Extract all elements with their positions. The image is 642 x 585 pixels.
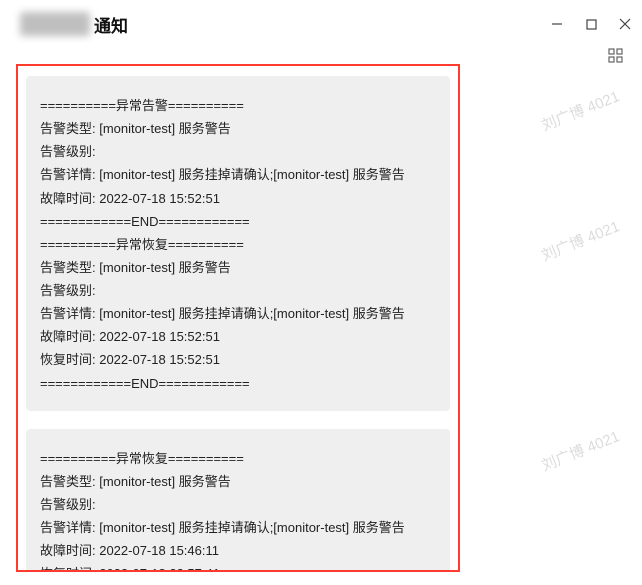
maximize-button[interactable] (584, 17, 598, 31)
message-line: 故障时间: 2022-07-18 15:46:11 (40, 539, 436, 562)
message-line: 故障时间: 2022-07-18 15:52:51 (40, 187, 436, 210)
message-line: 恢复时间: 2022-07-18 15:52:51 (40, 348, 436, 371)
message-line: 告警详情: [monitor-test] 服务挂掉请确认;[monitor-te… (40, 163, 436, 186)
message-bubble: ==========异常恢复==========告警类型: [monitor-t… (26, 429, 450, 572)
grid-menu-button[interactable] (608, 48, 624, 69)
message-line: 告警类型: [monitor-test] 服务警告 (40, 256, 436, 279)
notification-window: 通知 刘广博 4021 刘广博 4021 刘广博 4021 ==========… (0, 0, 642, 585)
message-line: 告警详情: [monitor-test] 服务挂掉请确认;[monitor-te… (40, 516, 436, 539)
message-line: ============END============ (40, 210, 436, 233)
message-line: ==========异常告警========== (40, 94, 436, 117)
close-button[interactable] (618, 17, 632, 31)
message-list: ==========异常告警==========告警类型: [monitor-t… (26, 76, 450, 572)
highlighted-message-area: ==========异常告警==========告警类型: [monitor-t… (16, 64, 460, 572)
message-line: 告警类型: [monitor-test] 服务警告 (40, 117, 436, 140)
message-line: 告警级别: (40, 279, 436, 302)
message-line: ==========异常恢复========== (40, 447, 436, 470)
message-bubble: ==========异常告警==========告警类型: [monitor-t… (26, 76, 450, 411)
message-line: 恢复时间: 2022-07-18 23:57:41 (40, 562, 436, 572)
minimize-icon (551, 18, 563, 30)
message-line: 告警级别: (40, 140, 436, 163)
titlebar: 通知 (0, 0, 642, 48)
title-blurred-prefix (20, 12, 90, 36)
watermark: 刘广博 4021 (539, 85, 623, 135)
minimize-button[interactable] (550, 17, 564, 31)
message-line: 告警类型: [monitor-test] 服务警告 (40, 470, 436, 493)
title-left: 通知 (20, 12, 128, 37)
message-line: ============END============ (40, 372, 436, 395)
message-line: 故障时间: 2022-07-18 15:52:51 (40, 325, 436, 348)
message-line: ==========异常恢复========== (40, 233, 436, 256)
message-line: 告警详情: [monitor-test] 服务挂掉请确认;[monitor-te… (40, 302, 436, 325)
grid-icon (608, 48, 624, 64)
maximize-icon (586, 19, 597, 30)
window-controls (550, 17, 632, 31)
window-title: 通知 (94, 12, 128, 37)
message-line: 告警级别: (40, 493, 436, 516)
watermark: 刘广博 4021 (539, 215, 623, 265)
close-icon (619, 18, 631, 30)
watermark: 刘广博 4021 (539, 425, 623, 475)
